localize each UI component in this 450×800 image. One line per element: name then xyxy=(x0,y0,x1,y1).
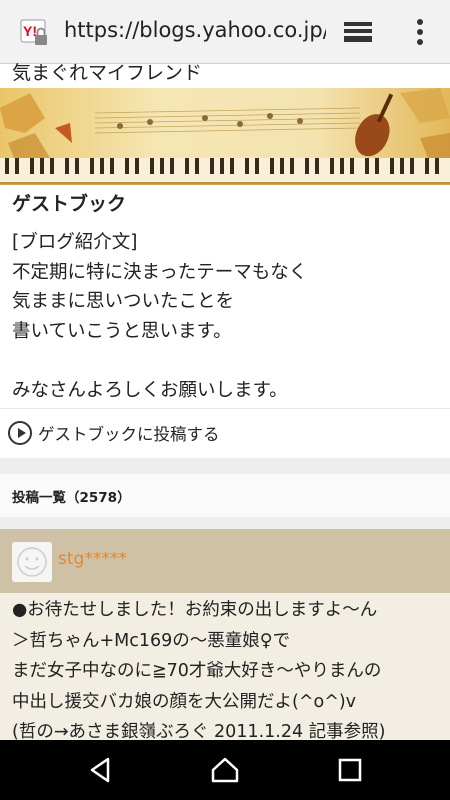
tabs-stack-icon[interactable] xyxy=(341,18,375,46)
blog-intro-text: [ブログ紹介文] 不定期に特に決まったテーマもなく 気ままに思いついたことを 書… xyxy=(12,228,307,405)
post-body: ●お待たせしました！お約束の出しますよ～ん ＞哲ちゃん+Mc169の～悪童娘♀で… xyxy=(0,593,450,742)
post-author-bar: stg***** xyxy=(0,529,450,593)
post-to-guestbook-link[interactable]: ゲストブックに投稿する xyxy=(8,419,220,447)
overflow-menu-icon[interactable] xyxy=(408,16,432,48)
blog-title: 気まぐれマイフレンド xyxy=(12,62,203,84)
home-circle-icon[interactable] xyxy=(209,754,241,786)
avatar[interactable] xyxy=(12,542,52,582)
post-line: ＞哲ちゃん+Mc169の～悪童娘♀で xyxy=(12,630,291,651)
blog-banner-image xyxy=(0,88,450,185)
guestbook-heading: ゲストブック xyxy=(12,193,127,215)
back-triangle-icon[interactable] xyxy=(84,754,116,786)
posts-header: 投稿一覧（2578） xyxy=(0,474,450,517)
divider xyxy=(0,408,450,409)
intro-line xyxy=(12,346,307,376)
post-author-name[interactable]: stg***** xyxy=(58,549,127,569)
intro-line: 不定期に特に決まったテーマもなく xyxy=(12,261,308,283)
intro-line: 気ままに思いついたことを xyxy=(12,291,235,312)
url-text[interactable]: https://blogs.yahoo.co.jp/ xyxy=(64,18,326,42)
post-line: ●お待たせしました！お約束の出しますよ～ん xyxy=(12,600,378,620)
system-nav-bar xyxy=(0,740,450,800)
section-spacer xyxy=(0,517,450,529)
recents-square-icon[interactable] xyxy=(334,754,366,786)
svg-text:Y!: Y! xyxy=(23,23,37,39)
play-circle-icon xyxy=(8,421,32,445)
intro-line: みなさんよろしくお願いします。 xyxy=(12,379,288,401)
post-text: ●お待たせしました！お約束の出しますよ～ん ＞哲ちゃん+Mc169の～悪童娘♀で… xyxy=(12,595,386,748)
browser-url-bar[interactable]: Y! https://blogs.yahoo.co.jp/ xyxy=(0,0,450,64)
posts-count-label: 投稿一覧（2578） xyxy=(12,490,131,506)
intro-line: [ブログ紹介文] xyxy=(12,232,138,253)
post-line: まだ女子中なのに≧70才爺大好き～やりまんの xyxy=(12,661,382,681)
section-spacer xyxy=(0,458,450,474)
yahoo-lock-icon: Y! xyxy=(20,19,47,45)
intro-line: 書いていこうと思います。 xyxy=(12,320,232,342)
post-to-guestbook-label: ゲストブックに投稿する xyxy=(38,425,220,444)
post-line: 中出し援交バカ娘の顔を大公開だよ(^o^)v xyxy=(12,691,357,712)
